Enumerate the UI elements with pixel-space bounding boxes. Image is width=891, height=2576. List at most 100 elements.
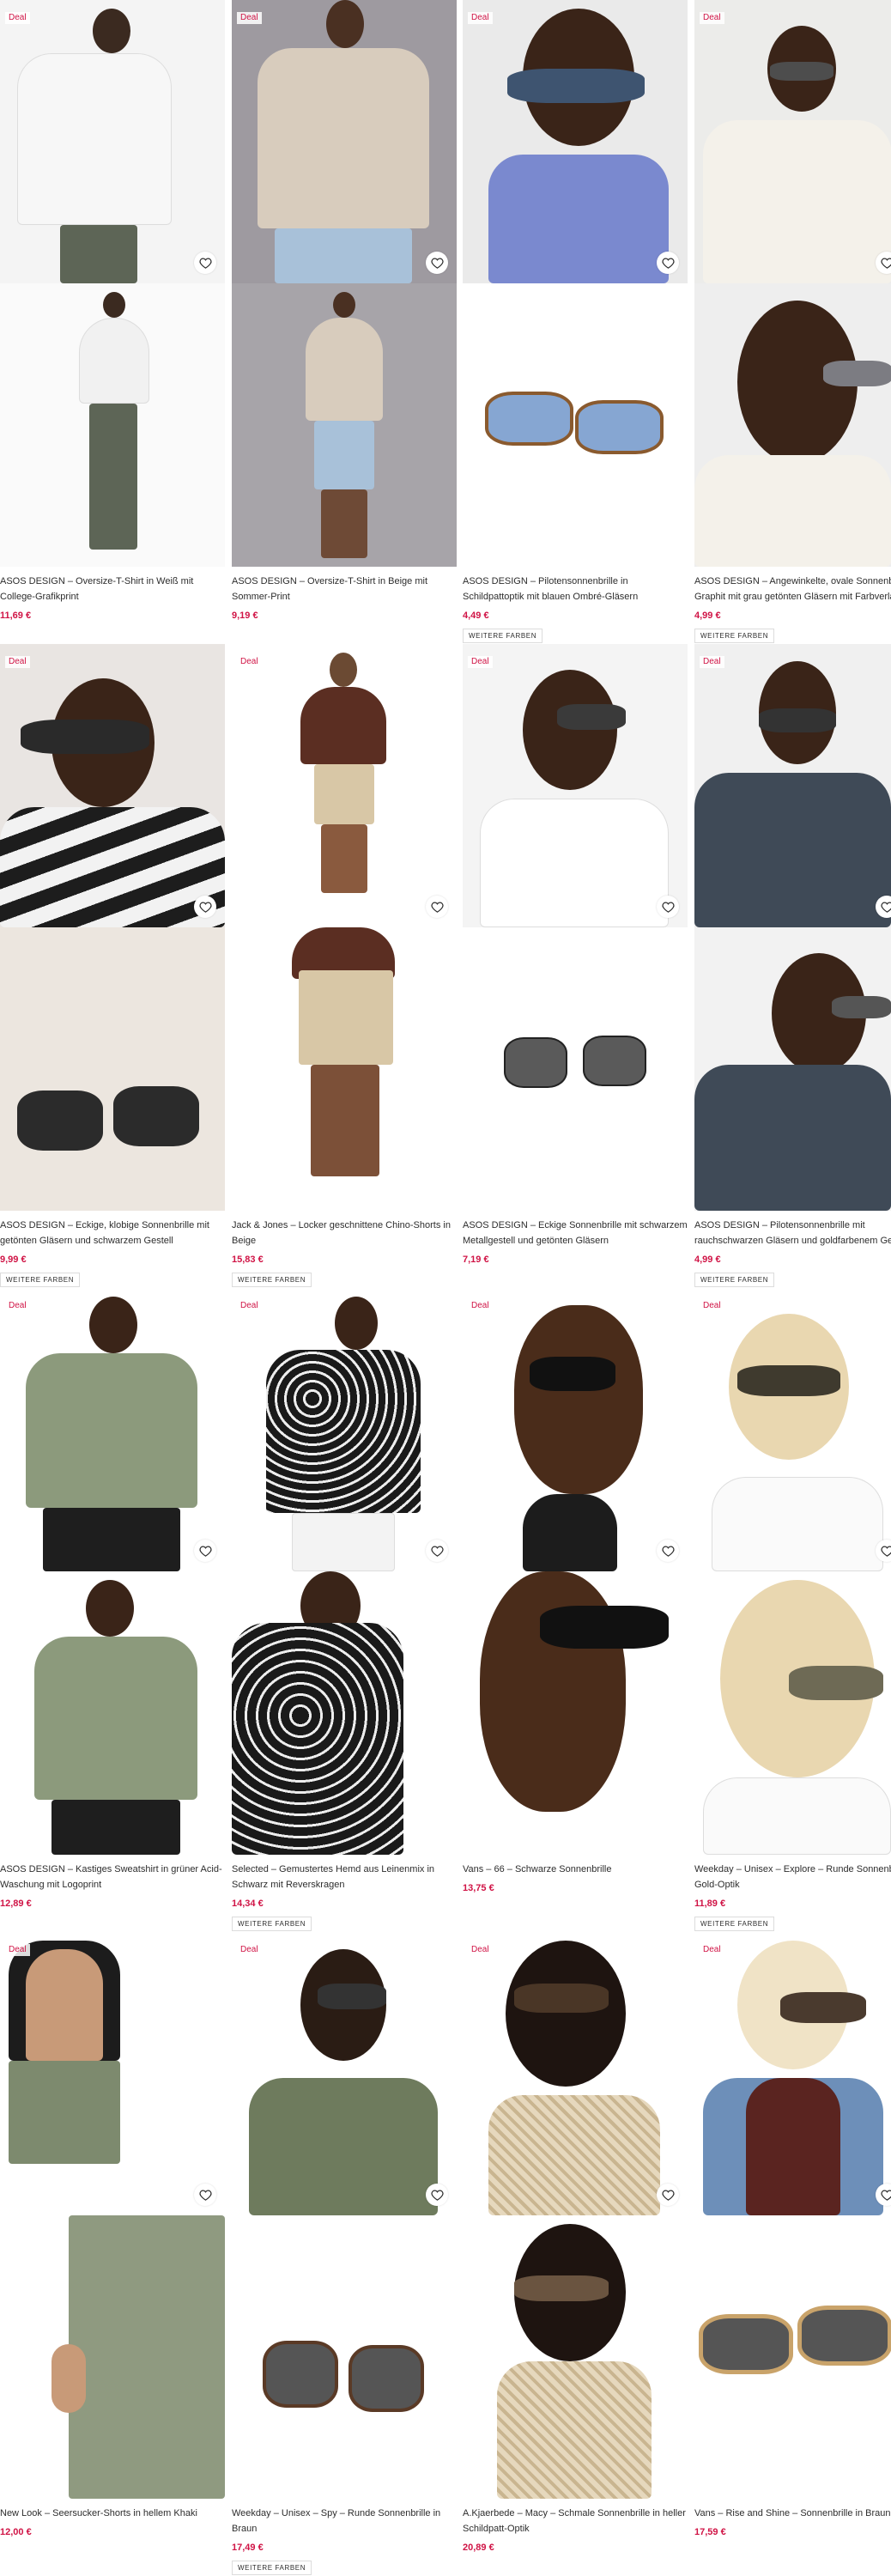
product-image[interactable] [463, 1288, 688, 1571]
product-image-alt[interactable] [694, 927, 891, 1211]
product-image-alt[interactable] [232, 927, 457, 1211]
heart-icon[interactable] [657, 252, 679, 274]
product-image[interactable] [232, 1288, 457, 1571]
product-title[interactable]: ASOS DESIGN – Pilotensonnenbrille in Sch… [463, 574, 688, 605]
product-image[interactable] [232, 644, 457, 927]
product-card[interactable]: Deal New Look – Seersucker-Shorts in hel… [0, 1932, 225, 2576]
product-image-alt[interactable] [232, 1571, 457, 1855]
product-image-alt[interactable] [0, 283, 225, 567]
product-image-alt[interactable] [232, 283, 457, 567]
product-image[interactable] [694, 1932, 891, 2215]
product-price: 13,75 € [463, 1883, 494, 1893]
deal-badge: Deal [700, 1944, 724, 1956]
product-card[interactable]: Deal Vans – Rise and Shine – Sonnenbrill… [694, 1932, 891, 2576]
more-colors-button[interactable]: WEITERE FARBEN [0, 1273, 81, 1287]
product-info: Vans – Rise and Shine – Sonnenbrille in … [694, 2506, 891, 2538]
heart-icon[interactable] [426, 1540, 448, 1562]
product-title[interactable]: Jack & Jones – Locker geschnittene Chino… [232, 1218, 457, 1249]
product-title[interactable]: ASOS DESIGN – Oversize-T-Shirt in Beige … [232, 574, 457, 605]
product-info: Selected – Gemustertes Hemd aus Leinenmi… [232, 1862, 457, 1931]
more-colors-button[interactable]: WEITERE FARBEN [232, 2561, 312, 2575]
product-image[interactable] [0, 1932, 225, 2215]
product-image-alt[interactable] [694, 283, 891, 567]
product-title[interactable]: Weekday – Unisex – Spy – Runde Sonnenbri… [232, 2506, 457, 2537]
product-image[interactable] [0, 644, 225, 927]
product-card[interactable]: Deal Weekday – Unisex – Spy – Runde Sonn… [232, 1932, 457, 2576]
product-image-alt[interactable] [232, 2215, 457, 2499]
heart-icon[interactable] [657, 896, 679, 918]
product-card[interactable]: Deal Jack & Jones – Locker geschnittene … [232, 644, 457, 1288]
product-image[interactable] [694, 0, 891, 283]
product-title[interactable]: ASOS DESIGN – Eckige Sonnenbrille mit sc… [463, 1218, 688, 1249]
product-title[interactable]: ASOS DESIGN – Eckige, klobige Sonnenbril… [0, 1218, 225, 1249]
product-info: ASOS DESIGN – Angewinkelte, ovale Sonnen… [694, 574, 891, 643]
product-image-alt[interactable] [463, 1571, 688, 1855]
more-colors-button[interactable]: WEITERE FARBEN [463, 629, 543, 643]
product-image[interactable] [0, 1288, 225, 1571]
product-title[interactable]: A.Kjaerbede – Macy – Schmale Sonnenbrill… [463, 2506, 688, 2537]
product-title[interactable]: ASOS DESIGN – Angewinkelte, ovale Sonnen… [694, 574, 891, 605]
product-image-alt[interactable] [463, 283, 688, 567]
product-image[interactable] [232, 1932, 457, 2215]
more-colors-button[interactable]: WEITERE FARBEN [232, 1917, 312, 1931]
product-image[interactable] [694, 1288, 891, 1571]
product-image-alt[interactable] [463, 2215, 688, 2499]
product-card[interactable]: Deal Selected – Gemustertes Hemd aus Lei… [232, 1288, 457, 1932]
product-title[interactable]: ASOS DESIGN – Pilotensonnenbrille mit ra… [694, 1218, 891, 1249]
product-title[interactable]: Vans – Rise and Shine – Sonnenbrille in … [694, 2506, 891, 2521]
deal-badge: Deal [5, 1944, 30, 1956]
product-card[interactable]: Deal ASOS DESIGN – Oversize-T-Shirt in B… [232, 0, 457, 644]
product-title[interactable]: Vans – 66 – Schwarze Sonnenbrille [463, 1862, 688, 1877]
heart-icon[interactable] [194, 1540, 216, 1562]
product-image[interactable] [463, 644, 688, 927]
product-card[interactable]: Deal ASOS DESIGN – Eckige, klobige Sonne… [0, 644, 225, 1288]
heart-icon[interactable] [194, 2184, 216, 2206]
product-card[interactable]: Deal Vans – 66 – Schwarze Sonnenbrille 1… [463, 1288, 688, 1932]
deal-badge: Deal [468, 1300, 493, 1312]
product-image[interactable] [463, 1932, 688, 2215]
product-card[interactable]: Deal Weekday – Unisex – Explore – Runde … [694, 1288, 891, 1932]
product-card[interactable]: Deal ASOS DESIGN – Kastiges Sweatshirt i… [0, 1288, 225, 1932]
heart-icon[interactable] [657, 1540, 679, 1562]
heart-icon[interactable] [194, 252, 216, 274]
product-card[interactable]: Deal ASOS DESIGN – Angewinkelte, ovale S… [694, 0, 891, 644]
product-price: 4,49 € [463, 611, 489, 621]
product-image-alt[interactable] [0, 1571, 225, 1855]
product-title[interactable]: New Look – Seersucker-Shorts in hellem K… [0, 2506, 225, 2521]
product-info: Vans – 66 – Schwarze Sonnenbrille 13,75 … [463, 1862, 688, 1894]
product-image[interactable] [232, 0, 457, 283]
more-colors-button[interactable]: WEITERE FARBEN [694, 629, 775, 643]
product-price: 17,59 € [694, 2527, 726, 2537]
heart-icon[interactable] [426, 2184, 448, 2206]
product-price: 14,34 € [232, 1899, 264, 1909]
product-title[interactable]: Weekday – Unisex – Explore – Runde Sonne… [694, 1862, 891, 1893]
heart-icon[interactable] [194, 896, 216, 918]
more-colors-button[interactable]: WEITERE FARBEN [232, 1273, 312, 1287]
product-image-alt[interactable] [694, 1571, 891, 1855]
deal-badge: Deal [468, 12, 493, 24]
more-colors-button[interactable]: WEITERE FARBEN [694, 1273, 775, 1287]
more-colors-button[interactable]: WEITERE FARBEN [694, 1917, 775, 1931]
product-image-alt[interactable] [0, 2215, 225, 2499]
product-card[interactable]: Deal ASOS DESIGN – Oversize-T-Shirt in W… [0, 0, 225, 644]
product-card[interactable]: Deal A.Kjaerbede – Macy – Schmale Sonnen… [463, 1932, 688, 2576]
product-image[interactable] [694, 644, 891, 927]
product-title[interactable]: ASOS DESIGN – Oversize-T-Shirt in Weiß m… [0, 574, 225, 605]
deal-badge: Deal [700, 12, 724, 24]
heart-icon[interactable] [426, 896, 448, 918]
product-image-alt[interactable] [694, 2215, 891, 2499]
deal-badge: Deal [700, 1300, 724, 1312]
heart-icon[interactable] [426, 252, 448, 274]
product-price: 11,89 € [694, 1899, 726, 1909]
product-image-alt[interactable] [463, 927, 688, 1211]
product-card[interactable]: Deal ASOS DESIGN – Eckige Sonnenbrille m… [463, 644, 688, 1288]
product-card[interactable]: Deal ASOS DESIGN – Pilotensonnenbrille m… [694, 644, 891, 1288]
heart-icon[interactable] [657, 2184, 679, 2206]
product-image-alt[interactable] [0, 927, 225, 1211]
product-title[interactable]: Selected – Gemustertes Hemd aus Leinenmi… [232, 1862, 457, 1893]
product-info: ASOS DESIGN – Pilotensonnenbrille mit ra… [694, 1218, 891, 1287]
product-card[interactable]: Deal ASOS DESIGN – Pilotensonnenbrille i… [463, 0, 688, 644]
product-title[interactable]: ASOS DESIGN – Kastiges Sweatshirt in grü… [0, 1862, 225, 1893]
product-image[interactable] [0, 0, 225, 283]
product-image[interactable] [463, 0, 688, 283]
